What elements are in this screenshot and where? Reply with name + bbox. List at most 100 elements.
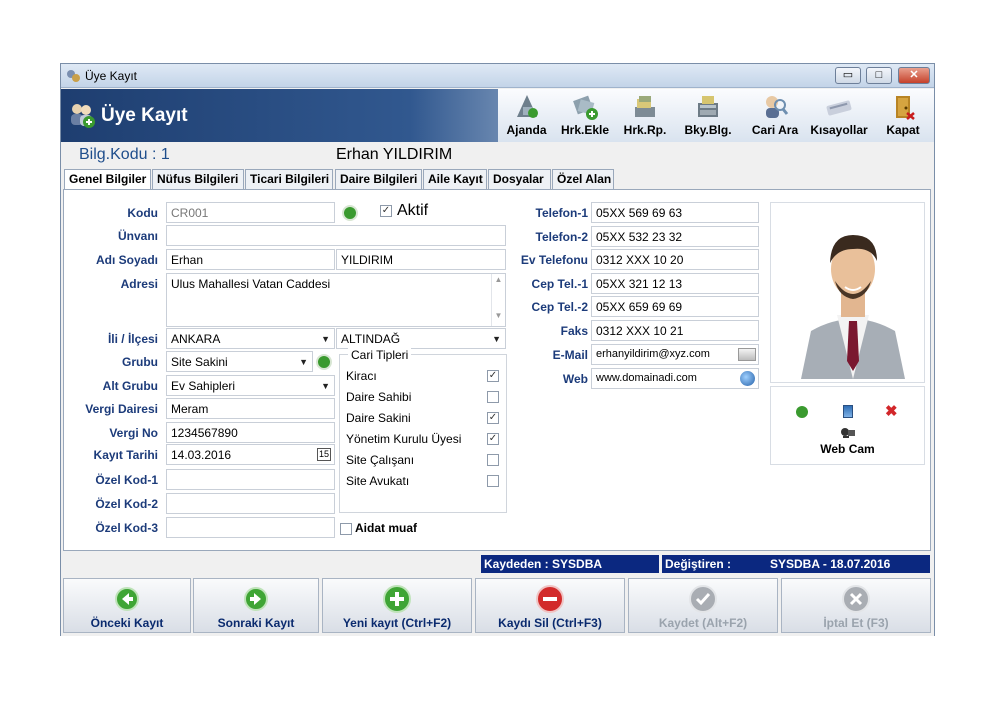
ozelkod3-field[interactable] [166,517,335,538]
ev-telefonu-field[interactable]: 0312 XXX 10 20 [591,249,759,270]
close-button[interactable]: ✕ [898,67,930,84]
changed-by-label: Değiştiren : [662,555,768,573]
cep-tel2-field[interactable]: 05XX 659 69 69 [591,296,759,317]
contact-label: Cep Tel.-2 [531,300,588,314]
grubu-select[interactable]: Site Sakini ▼ [166,351,313,372]
record-name: Erhan YILDIRIM [336,146,453,163]
yonetim-kurulu-checkbox[interactable]: ✓ [487,433,499,445]
kayittarihi-field[interactable]: 14.03.2016 15 [166,444,335,465]
cancel-button[interactable]: İptal Et (F3) [781,578,931,633]
soyad-field[interactable]: YILDIRIM [336,249,506,270]
toolbar-kisayollar-button[interactable]: Kısayollar [805,89,873,142]
tab-daire-bilgileri[interactable]: Daire Bilgileri [335,169,422,190]
save-button[interactable]: Kaydet (Alt+F2) [628,578,778,633]
aktif-checkbox[interactable]: ✓ [380,205,392,217]
ad-field[interactable]: Erhan [166,249,335,270]
vergidaire-field[interactable]: Meram [166,398,335,419]
keyboard-shortcuts-icon [826,100,852,116]
toolbar-hrk-rp-button[interactable]: Hrk.Rp. [615,89,675,142]
previous-record-button[interactable]: Önceki Kayıt [63,578,191,633]
saved-by-status: Kaydeden : SYSDBA [481,555,659,573]
toolbar-label: Bky.Blg. [684,123,732,137]
chevron-down-icon: ▼ [321,334,330,344]
ozelkod1-field[interactable] [166,469,335,490]
contact-label: Ev Telefonu [520,253,588,267]
toolbar-bky-blg-button[interactable]: Bky.Blg. [676,89,740,142]
ozelkod2-field[interactable] [166,493,335,514]
kodu-field[interactable]: CR001 [166,202,335,223]
cancel-x-icon [842,585,870,613]
tab-ticari-bilgileri[interactable]: Ticari Bilgileri [245,169,333,190]
telefon1-field[interactable]: 05XX 569 69 63 [591,202,759,223]
minimize-button[interactable]: ▭ [835,67,861,84]
telefon2-field[interactable]: 05XX 532 23 32 [591,226,759,247]
save-photo-icon[interactable] [843,405,853,418]
aidat-label: Aidat muaf [355,521,418,535]
adres-field[interactable]: Ulus Mahallesi Vatan Caddesi [166,273,506,327]
cari-tip-label: Kiracı [346,369,377,383]
altgrubu-select[interactable]: Ev Sahipleri ▼ [166,375,335,396]
unvani-label: Ünvanı [117,229,158,243]
site-calisani-checkbox[interactable] [487,454,499,466]
tab-nufus-bilgileri[interactable]: Nüfus Bilgileri [152,169,244,190]
cari-tipleri-title: Cari Tipleri [348,348,412,362]
button-label: Kaydı Sil (Ctrl+F3) [498,616,602,630]
daire-sakini-checkbox[interactable]: ✓ [487,412,499,424]
tab-ozel-alan[interactable]: Özel Alan [552,169,614,190]
record-code: Bilg.Kodu : 1 [79,146,170,163]
action-bar: Önceki Kayıt Sonraki Kayıt Yeni kayıt (C… [61,575,934,636]
kayittarihi-value: 14.03.2016 [171,448,232,462]
add-photo-icon[interactable] [796,406,808,418]
checkmark-icon [689,585,717,613]
member-photo [793,211,913,379]
daire-sahibi-checkbox[interactable] [487,391,499,403]
site-avukati-checkbox[interactable] [487,475,499,487]
tab-aile-kayit[interactable]: Aile Kayıt [423,169,487,190]
web-field[interactable]: www.domainadi.com [591,368,759,389]
changed-by-value: SYSDBA - 18.07.2016 [767,555,930,573]
maximize-button[interactable]: □ [866,67,892,84]
ilce-select[interactable]: ALTINDAĞ ▼ [336,328,506,349]
photo-actions-panel: ✖ Web Cam [770,386,925,465]
webcam-icon[interactable] [840,427,856,439]
grubu-value: Site Sakini [171,355,228,369]
delete-photo-icon[interactable]: ✖ [885,402,898,420]
new-record-button[interactable]: Yeni kayıt (Ctrl+F2) [322,578,472,633]
tab-genel-bilgiler[interactable]: Genel Bilgiler [64,169,151,191]
globe-icon[interactable] [740,371,755,386]
calendar-icon[interactable]: 15 [317,448,331,461]
email-field[interactable]: erhanyildirim@xyz.com [591,344,759,365]
toolbar-kapat-button[interactable]: Kapat [874,89,932,142]
kayittarihi-label: Kayıt Tarihi [93,448,158,462]
cep-tel1-field[interactable]: 05XX 321 12 13 [591,273,759,294]
arrow-right-icon [244,587,268,611]
vergino-field[interactable]: 1234567890 [166,422,335,443]
exit-door-icon [896,96,915,120]
add-code-icon[interactable] [342,205,358,221]
next-record-button[interactable]: Sonraki Kayıt [193,578,319,633]
toolbar-label: Kapat [886,123,920,137]
send-mail-icon[interactable] [738,348,756,361]
tab-dosyalar[interactable]: Dosyalar [488,169,551,190]
kiraci-checkbox[interactable]: ✓ [487,370,499,382]
add-group-icon[interactable] [316,354,332,370]
title-bar: Üye Kayıt ▭ □ ✕ [61,64,934,88]
il-select[interactable]: ANKARA ▼ [166,328,335,349]
vergidaire-label: Vergi Dairesi [85,402,158,416]
grubu-label: Grubu [122,355,158,369]
header-banner: Üye Kayıt Ajanda Hrk.Ekle Hrk.Rp. Bky.Bl… [61,89,934,142]
toolbar-hrk-ekle-button[interactable]: Hrk.Ekle [556,89,614,142]
add-movement-icon [573,95,598,120]
toolbar-cari-ara-button[interactable]: Cari Ara [746,89,804,142]
toolbar-ajanda-button[interactable]: Ajanda [498,89,555,142]
adres-scrollbar[interactable]: ▲ ▼ [491,274,505,326]
toolbar-label: Ajanda [506,123,547,137]
search-account-icon [766,96,789,118]
ozelkod1-label: Özel Kod-1 [95,473,158,487]
unvani-field[interactable] [166,225,506,246]
faks-field[interactable]: 0312 XXX 10 21 [591,320,759,341]
app-icon [67,70,80,82]
aidat-checkbox[interactable] [340,523,352,535]
altgrubu-label: Alt Grubu [102,379,158,393]
delete-record-button[interactable]: Kaydı Sil (Ctrl+F3) [475,578,625,633]
